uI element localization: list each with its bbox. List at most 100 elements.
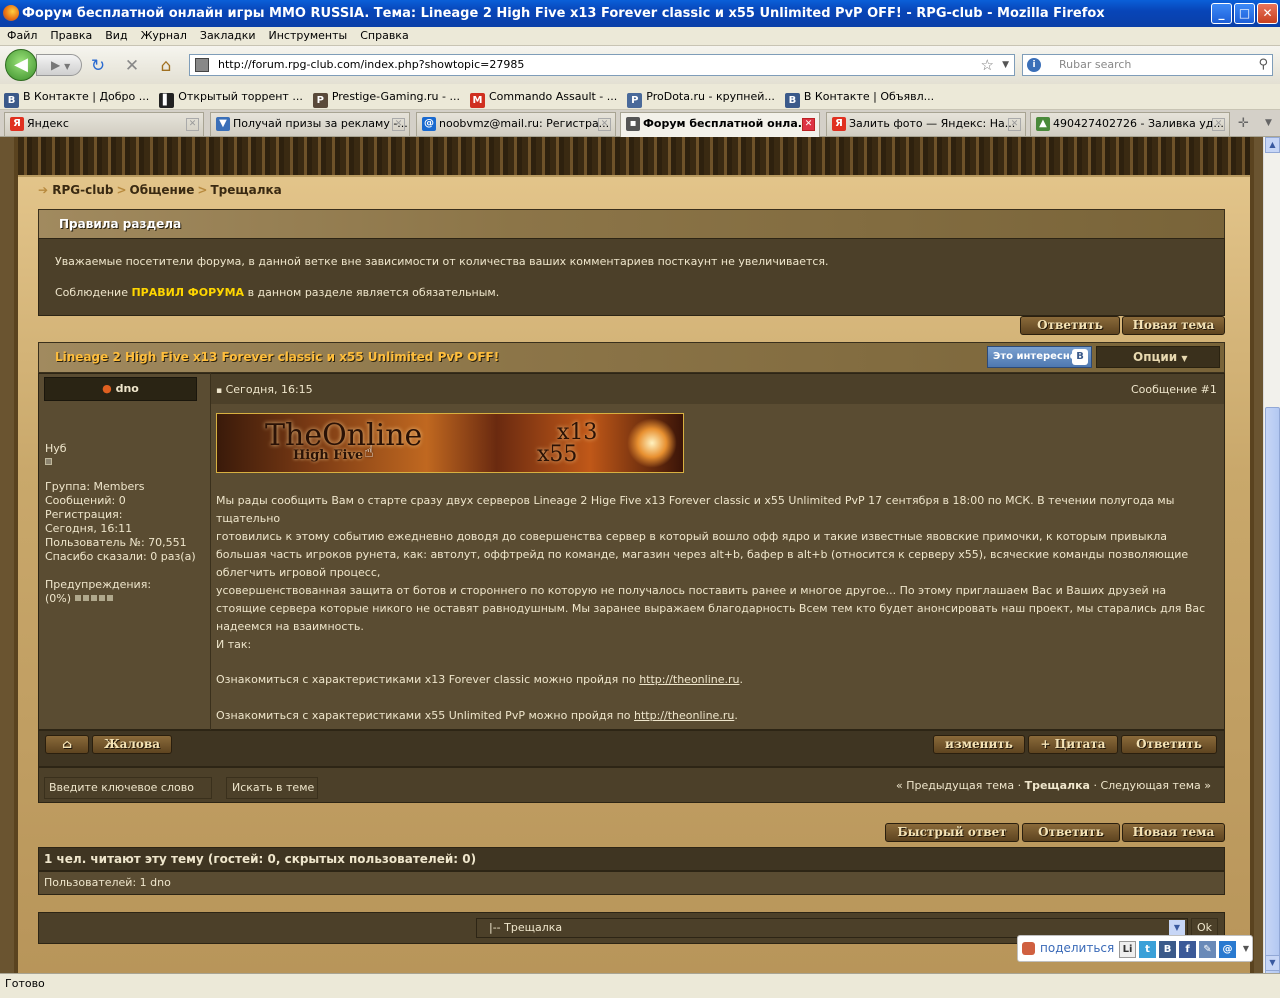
current-forum-link[interactable]: Трещалка <box>1025 779 1090 792</box>
menu-help[interactable]: Справка <box>353 27 414 42</box>
bookmark-star-icon[interactable]: ☆ <box>981 55 994 75</box>
close-tab-icon[interactable]: ✕ <box>186 118 199 131</box>
edit-button[interactable]: изменить <box>933 735 1025 754</box>
share-widget[interactable]: поделиться Li t В f ✎ @ ▼ <box>1017 935 1253 962</box>
search-engine-icon[interactable]: i <box>1027 58 1041 72</box>
mailru-icon[interactable]: @ <box>1219 941 1236 958</box>
prev-topic-link[interactable]: « Предыдущая тема <box>896 779 1014 792</box>
scroll-thumb[interactable] <box>1265 407 1280 992</box>
tab-yandex-photo[interactable]: Я Залить фото — Яндекс: На... ✕ <box>826 112 1026 136</box>
tab-forum[interactable]: ▪ Форум бесплатной онла... ✕ <box>620 112 820 137</box>
banner-subtitle: High Five <box>293 448 364 463</box>
close-tab-icon[interactable]: ✕ <box>1212 118 1225 131</box>
interesting-button[interactable]: Это интересно В <box>987 346 1092 368</box>
liveinternet-icon[interactable]: Li <box>1119 941 1136 958</box>
search-placeholder: Rubar search <box>1059 58 1132 71</box>
bookmark-item[interactable]: ВВ Контакте | Объявл... <box>781 84 940 109</box>
share-icons: Li t В f ✎ @ <box>1119 941 1236 958</box>
post-paragraph: готовились к этому событию ежедневно дов… <box>216 530 1189 579</box>
next-topic-link[interactable]: Следующая тема » <box>1100 779 1211 792</box>
bookmark-item[interactable]: ВВ Контакте | Добро ... <box>0 84 155 109</box>
url-bar[interactable]: http://forum.rpg-club.com/index.php?show… <box>189 54 1015 76</box>
share-dropdown-icon[interactable]: ▼ <box>1243 936 1249 961</box>
breadcrumb-item-rpgclub[interactable]: RPG-club <box>52 183 113 197</box>
rules-box: Уважаемые посетители форума, в данной ве… <box>38 238 1225 316</box>
scroll-down-icon[interactable]: ▼ <box>1265 955 1280 971</box>
complaint-button[interactable]: Жалова <box>92 735 172 754</box>
menu-tools[interactable]: Инструменты <box>262 27 354 42</box>
menu-view[interactable]: Вид <box>98 27 133 42</box>
menu-file[interactable]: Файл <box>0 27 43 42</box>
scroll-up-icon[interactable]: ▲ <box>1265 137 1280 153</box>
maximize-button[interactable]: □ <box>1234 3 1255 24</box>
bookmark-item[interactable]: P Prestige-Gaming.ru - ... <box>309 84 466 109</box>
new-tab-icon[interactable]: ✛ <box>1238 116 1249 131</box>
new-topic-button-top[interactable]: Новая тема <box>1122 316 1225 335</box>
livejournal-icon[interactable]: ✎ <box>1199 941 1216 958</box>
topic-search-input[interactable]: Введите ключевое слово <box>44 777 212 799</box>
close-tab-icon[interactable]: ✕ <box>392 118 405 131</box>
menu-bookmarks[interactable]: Закладки <box>193 27 262 42</box>
breadcrumb-item-general[interactable]: Общение <box>130 183 195 197</box>
close-tab-icon[interactable]: ✕ <box>1008 118 1021 131</box>
close-tab-icon[interactable]: ✕ <box>598 118 611 131</box>
options-button[interactable]: Опции ▼ <box>1096 346 1220 368</box>
post-number[interactable]: Сообщение #1 <box>1131 383 1217 396</box>
reply-button-post[interactable]: Ответить <box>1121 735 1217 754</box>
tab-prizes[interactable]: ▼ Получай призы за рекламу -... ✕ <box>210 112 410 136</box>
tab-list-icon[interactable]: ▼ <box>1265 118 1272 128</box>
bookmark-item[interactable]: P ProDota.ru - крупней... <box>623 84 781 109</box>
top-button[interactable]: ⌂ <box>45 735 89 754</box>
facebook-icon[interactable]: f <box>1179 941 1196 958</box>
forum-rules-link[interactable]: ПРАВИЛ ФОРУМА <box>131 286 244 299</box>
tab-upload[interactable]: ▲ 490427402726 - Заливка уд... ✕ <box>1030 112 1230 136</box>
status-bar: Готово <box>0 973 1280 998</box>
close-tab-icon[interactable]: ✕ <box>802 118 815 131</box>
rules-title: Правила раздела <box>59 217 182 231</box>
search-bar[interactable]: i Rubar search ⚲ <box>1022 54 1273 76</box>
menu-edit[interactable]: Правка <box>43 27 98 42</box>
reply-button-top[interactable]: Ответить <box>1020 316 1120 335</box>
menu-history[interactable]: Журнал <box>134 27 193 42</box>
theonline-link-x13[interactable]: http://theonline.ru <box>639 673 739 686</box>
tab-mail[interactable]: @ noobvmz@mail.ru: Регистра... ✕ <box>416 112 616 136</box>
navigation-toolbar: ▶ ▼ ◀ ↻ ✕ ⌂ http://forum.rpg-club.com/in… <box>0 46 1280 84</box>
status-text: Готово <box>5 977 45 990</box>
chevron-down-icon[interactable]: ▼ <box>1169 920 1185 936</box>
tab-yandex[interactable]: Я Яндекс ✕ <box>4 112 204 136</box>
vk-icon: В <box>4 93 19 108</box>
search-icon[interactable]: ⚲ <box>1258 55 1268 75</box>
stop-icon[interactable]: ✕ <box>122 56 142 76</box>
new-topic-button-bottom[interactable]: Новая тема <box>1122 823 1225 842</box>
forward-button[interactable]: ▶ ▼ <box>36 54 82 76</box>
url-dropdown-icon[interactable]: ▼ <box>1002 55 1009 75</box>
rules-line2: Соблюдение ПРАВИЛ ФОРУМА в данном раздел… <box>55 286 500 299</box>
home-icon[interactable]: ⌂ <box>156 56 176 76</box>
quote-button[interactable]: + Цитата <box>1028 735 1118 754</box>
menu-bar: Файл Правка Вид Журнал Закладки Инструменты Сп… <box>0 27 1280 46</box>
reload-icon[interactable]: ↻ <box>88 56 108 76</box>
forum-favicon: ▪ <box>626 117 640 131</box>
chevron-down-icon: ▼ <box>1181 354 1188 363</box>
server-banner[interactable]: TheOnline High Five x13 x55 <box>216 413 684 473</box>
user-thanks: Спасибо сказали: 0 раз(а) <box>45 550 196 563</box>
breadcrumb-item-chatter[interactable]: Трещалка <box>210 183 281 197</box>
minimize-button[interactable]: _ <box>1211 3 1232 24</box>
topic-search-button[interactable]: Искать в теме <box>226 777 318 799</box>
theonline-link-x55[interactable]: http://theonline.ru <box>634 709 734 722</box>
vkontakte-icon[interactable]: В <box>1159 941 1176 958</box>
vertical-scrollbar[interactable]: ▲ ▼ <box>1263 137 1280 992</box>
hand-cursor-icon: ☝ <box>364 442 374 461</box>
reply-button-bottom[interactable]: Ответить <box>1022 823 1120 842</box>
window-titlebar: Форум бесплатной онлайн игры MMO RUSSIA.… <box>0 0 1280 27</box>
close-window-button[interactable]: ✕ <box>1257 3 1278 24</box>
bookmark-item[interactable]: ▌ Открытый торрент ... <box>155 84 309 109</box>
post-author[interactable]: ● dno <box>44 377 197 401</box>
fast-reply-button[interactable]: Быстрый ответ <box>885 823 1019 842</box>
back-button[interactable]: ◀ <box>5 49 37 81</box>
bookmark-item[interactable]: M Commando Assault - ... <box>466 84 623 109</box>
twitter-icon[interactable]: t <box>1139 941 1156 958</box>
post-paragraph: усовершенствованная защита от ботов и ст… <box>216 584 1206 633</box>
user-info: Нуб Группа: Members Сообщений: 0 Регистр… <box>45 442 196 606</box>
rules-header: Правила раздела <box>38 209 1225 239</box>
